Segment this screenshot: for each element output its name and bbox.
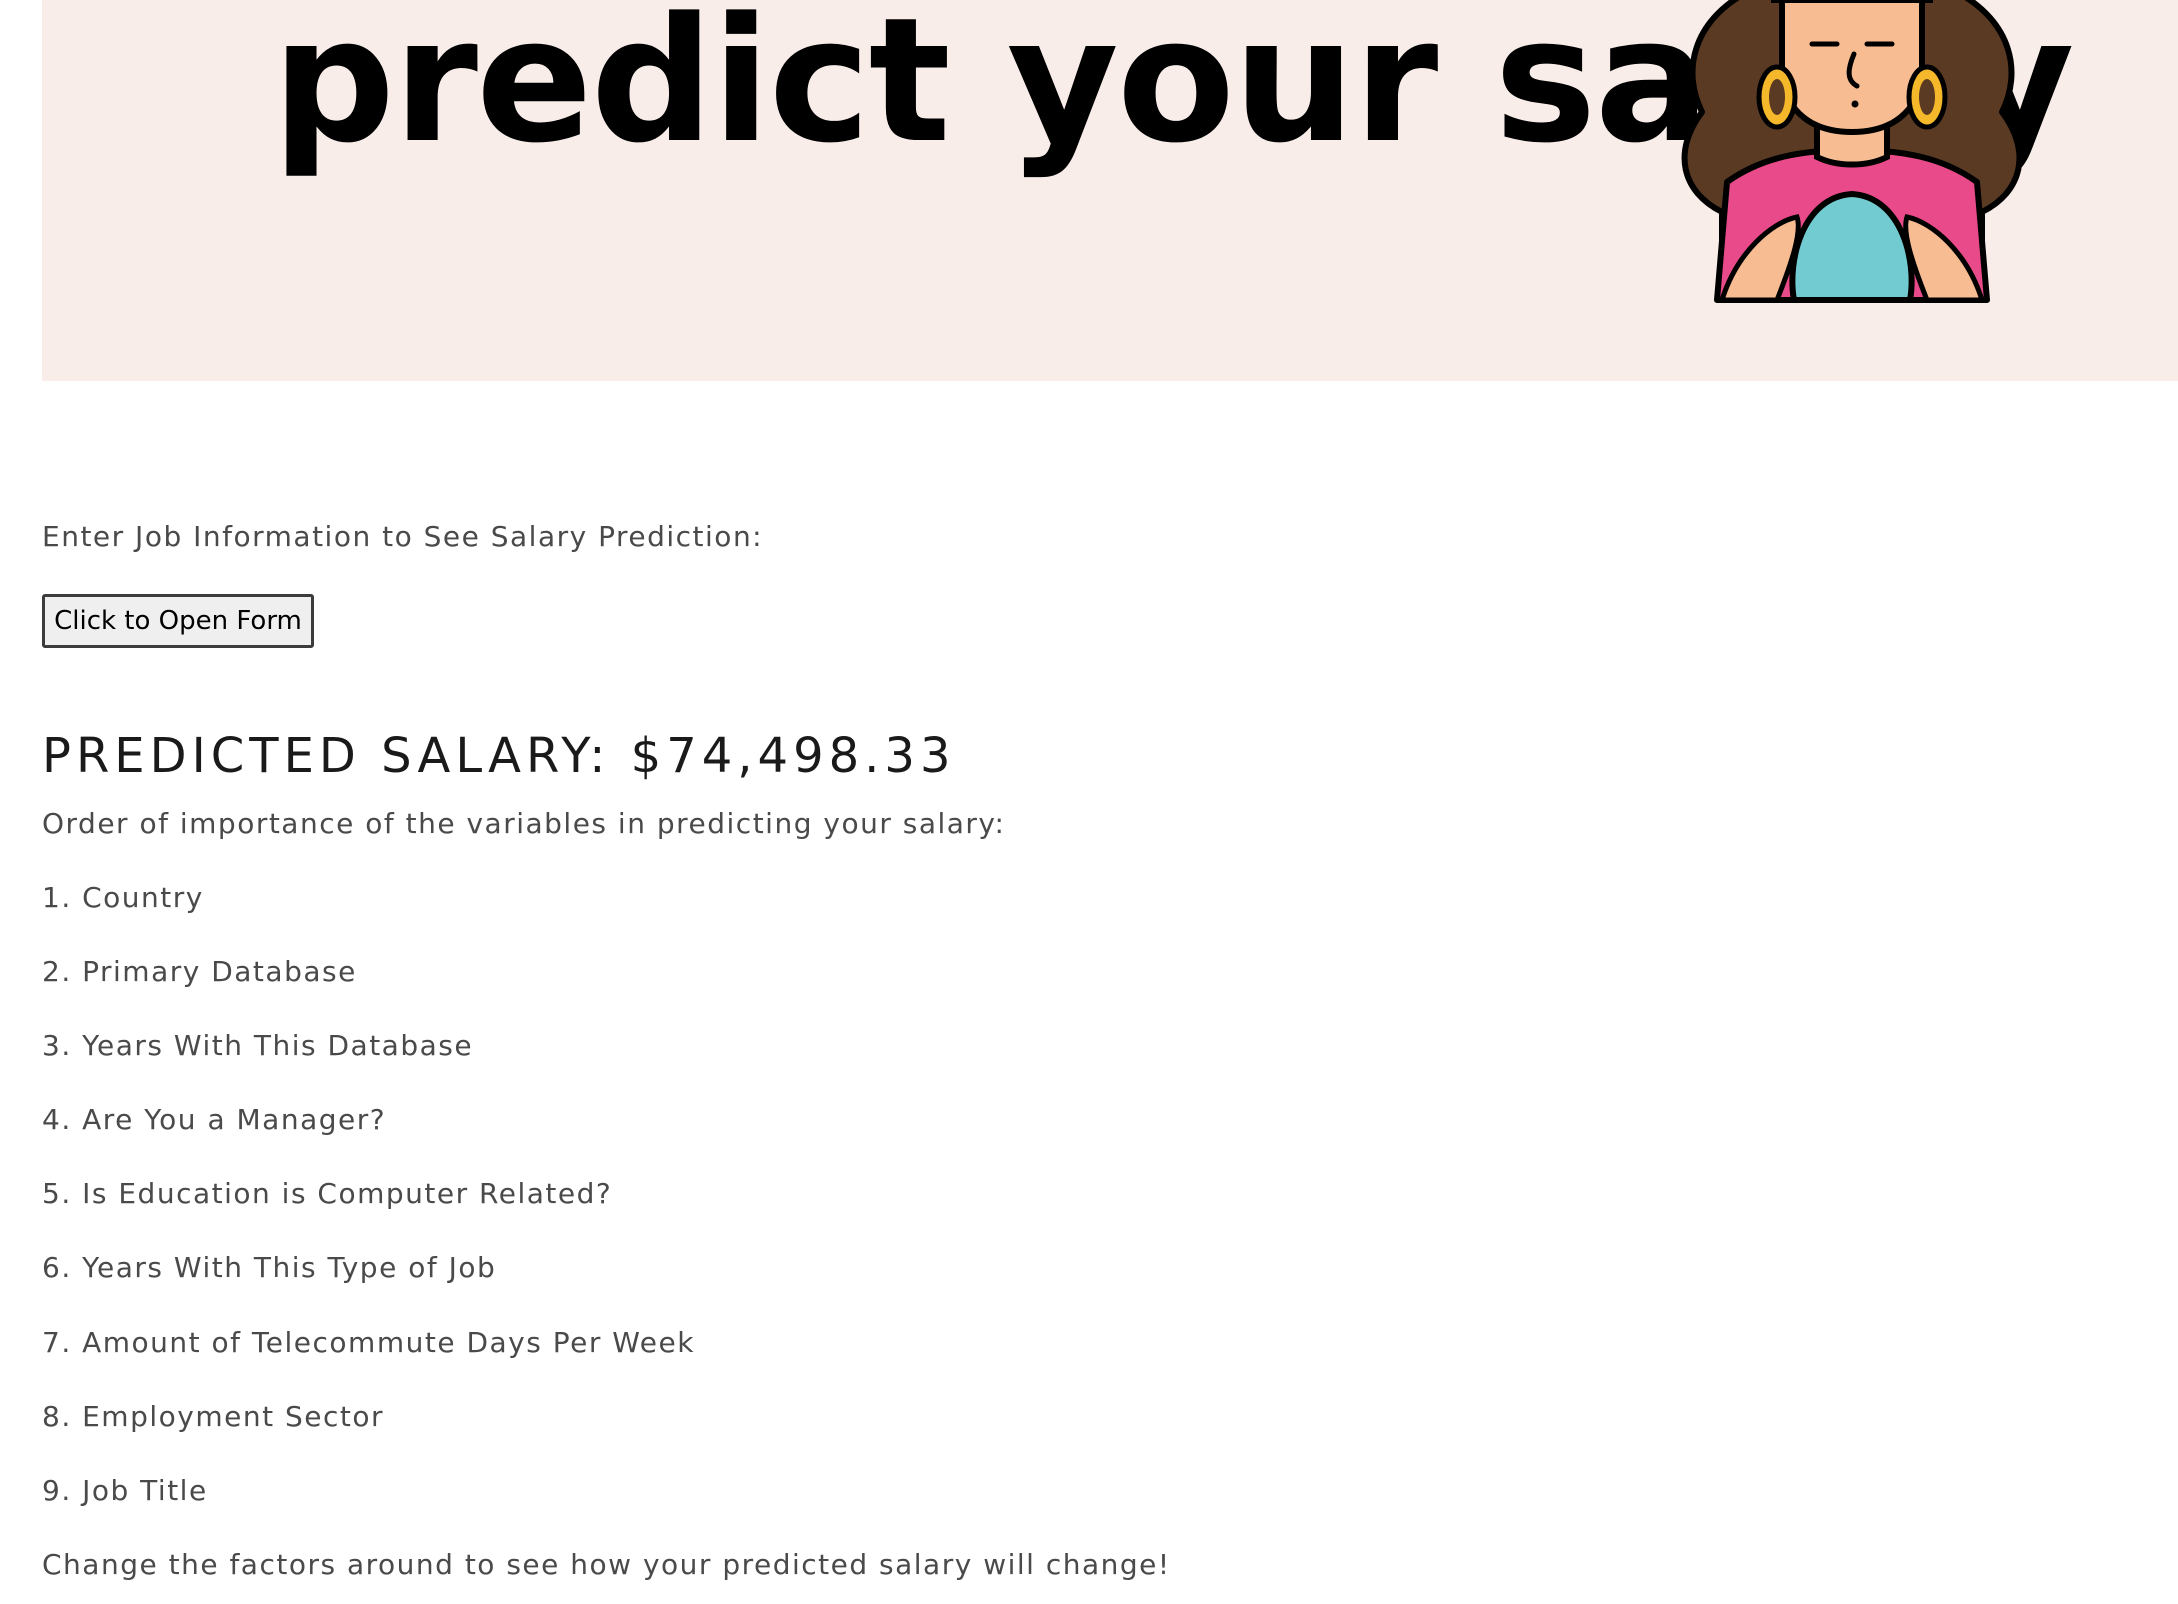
factor-item: 1. Country <box>42 881 204 914</box>
open-form-button[interactable]: Click to Open Form <box>42 594 314 648</box>
importance-intro: Order of importance of the variables in … <box>42 807 1006 840</box>
factor-item: 9. Job Title <box>42 1474 208 1507</box>
factor-item: 4. Are You a Manager? <box>42 1103 387 1136</box>
closing-text: Change the factors around to see how you… <box>42 1548 1171 1581</box>
predicted-salary-value: $74,498.33 <box>630 728 956 784</box>
predicted-salary: Predicted Salary: $74,498.33 <box>42 728 956 784</box>
factor-item: 7. Amount of Telecommute Days Per Week <box>42 1326 695 1359</box>
factor-item: 8. Employment Sector <box>42 1400 384 1433</box>
header-banner: predict your salary <box>42 0 2178 381</box>
fortune-teller-illustration <box>1681 0 2023 303</box>
factor-item: 6. Years With This Type of Job <box>42 1251 497 1284</box>
predicted-salary-label: Predicted Salary: <box>42 728 611 784</box>
factor-item: 3. Years With This Database <box>42 1029 474 1062</box>
intro-text: Enter Job Information to See Salary Pred… <box>42 520 764 553</box>
factor-item: 5. Is Education is Computer Related? <box>42 1177 613 1210</box>
factor-item: 2. Primary Database <box>42 955 357 988</box>
